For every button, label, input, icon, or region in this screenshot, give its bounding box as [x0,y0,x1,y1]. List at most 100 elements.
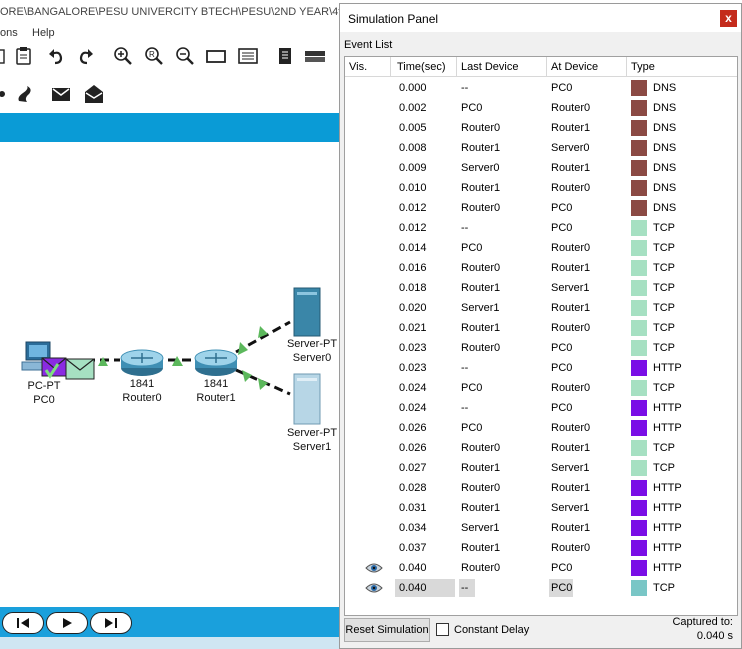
constant-delay-checkbox[interactable] [436,623,449,636]
freeform-tool-icon[interactable] [14,82,38,106]
event-at-device: Router1 [551,522,591,534]
zoom-in-icon[interactable] [111,44,135,68]
main-toolbar: R [0,44,340,76]
event-row[interactable]: 0.010 Router1 Router0 DNS [345,178,737,198]
pdu-type-color-swatch [631,240,647,256]
close-button[interactable]: x [720,10,737,27]
event-row[interactable]: 0.040 -- PC0 TCP [345,578,737,598]
event-row[interactable]: 0.026 Router0 Router1 TCP [345,438,737,458]
event-last-device: -- [461,402,469,414]
server-device-icon[interactable] [290,286,326,338]
event-row[interactable]: 0.016 Router0 Router1 TCP [345,258,737,278]
col-type[interactable]: Type [631,61,655,73]
event-last-device: Router1 [461,282,501,294]
capture-forward-button[interactable] [90,612,132,634]
event-row[interactable]: 0.034 Server1 Router1 HTTP [345,518,737,538]
event-last-device: Server1 [461,522,500,534]
event-row[interactable]: 0.014 PC0 Router0 TCP [345,238,737,258]
zoom-out-icon[interactable] [173,44,197,68]
router-device-icon[interactable] [119,346,165,378]
event-row[interactable]: 0.023 -- PC0 HTTP [345,358,737,378]
event-row[interactable]: 0.008 Router1 Server0 DNS [345,138,737,158]
event-at-device: PC0 [551,222,573,234]
event-type: DNS [653,202,677,214]
main-window: ORE\BANGALORE\PESU UNIVERCITY BTECH\PESU… [0,0,340,649]
pdu-type-color-swatch [631,460,647,476]
pdu-type-color-swatch [631,540,647,556]
event-time: 0.037 [399,542,427,554]
event-row[interactable]: 0.005 Router0 Router1 DNS [345,118,737,138]
event-time: 0.027 [399,462,427,474]
event-row[interactable]: 0.012 -- PC0 TCP [345,218,737,238]
notes-icon[interactable] [273,44,297,68]
event-row[interactable]: 0.031 Router1 Server1 HTTP [345,498,737,518]
event-at-device: PC0 [551,562,573,574]
event-row[interactable]: 0.027 Router1 Server1 TCP [345,458,737,478]
logical-workspace[interactable]: PC-PT PC0 1841 Router0 1841 Router1 Serv… [0,142,340,607]
eye-icon[interactable] [365,582,383,597]
device-template-icon[interactable] [303,44,327,68]
event-time: 0.012 [399,222,427,234]
menu-options[interactable]: ons [0,27,18,39]
pdu-type-color-swatch [631,560,647,576]
play-button[interactable] [46,612,88,634]
server1-name-label: Server1 [292,441,332,453]
event-at-device: PC0 [551,342,573,354]
event-row[interactable]: 0.009 Server0 Router1 DNS [345,158,737,178]
event-row[interactable]: 0.020 Server1 Router1 TCP [345,298,737,318]
event-type: TCP [653,322,675,334]
event-list[interactable]: Vis. Time(sec) Last Device At Device Typ… [344,56,738,616]
event-at-device: Server1 [551,282,590,294]
back-button[interactable] [2,612,44,634]
pdu-type-color-swatch [631,100,647,116]
event-time: 0.012 [399,202,427,214]
menu-help[interactable]: Help [32,27,55,39]
event-time: 0.014 [399,242,427,254]
pdu-type-color-swatch [631,280,647,296]
event-last-device: Router0 [461,482,501,494]
event-row[interactable]: 0.024 PC0 Router0 TCP [345,378,737,398]
add-simple-pdu-icon[interactable] [50,82,74,106]
event-type: TCP [653,222,675,234]
col-time[interactable]: Time(sec) [397,61,445,73]
event-last-device: Router0 [461,122,501,134]
event-row[interactable]: 0.012 Router0 PC0 DNS [345,198,737,218]
event-row[interactable]: 0.021 Router1 Router0 TCP [345,318,737,338]
event-row[interactable]: 0.018 Router1 Server1 TCP [345,278,737,298]
event-last-device: PC0 [461,102,483,114]
event-type: DNS [653,182,677,194]
event-row[interactable]: 0.024 -- PC0 HTTP [345,398,737,418]
col-at-device[interactable]: At Device [551,61,598,73]
event-row[interactable]: 0.000 -- PC0 DNS [345,78,737,98]
eye-icon[interactable] [365,562,383,577]
event-row[interactable]: 0.026 PC0 Router0 HTTP [345,418,737,438]
event-row[interactable]: 0.037 Router1 Router0 HTTP [345,538,737,558]
event-row[interactable]: 0.002 PC0 Router0 DNS [345,98,737,118]
event-type: TCP [653,282,675,294]
event-last-device: Router1 [461,462,501,474]
event-time: 0.023 [399,342,427,354]
custom-device-icon[interactable] [236,44,260,68]
col-vis[interactable]: Vis. [349,61,367,73]
router-device-icon[interactable] [193,346,239,378]
drawing-palette-icon[interactable] [204,44,228,68]
event-type: TCP [653,302,675,314]
event-row[interactable]: 0.040 Router0 PC0 HTTP [345,558,737,578]
event-row[interactable]: 0.028 Router0 Router1 HTTP [345,478,737,498]
reset-simulation-button[interactable]: Reset Simulation [344,618,430,642]
event-type: DNS [653,162,677,174]
pdu-envelope-icon[interactable] [40,356,98,382]
paste-icon[interactable] [12,44,36,68]
col-last-device[interactable]: Last Device [461,61,518,73]
zoom-reset-icon[interactable]: R [142,44,166,68]
event-last-device: Router0 [461,342,501,354]
server-device-icon[interactable] [290,372,326,426]
add-complex-pdu-icon[interactable] [82,82,106,106]
redo-icon[interactable] [74,44,98,68]
event-last-device: Router0 [461,442,501,454]
pdu-type-color-swatch [631,520,647,536]
event-row[interactable]: 0.023 Router0 PC0 TCP [345,338,737,358]
event-last-device: -- [461,82,469,94]
undo-icon[interactable] [44,44,68,68]
secondary-toolbar [0,82,340,110]
